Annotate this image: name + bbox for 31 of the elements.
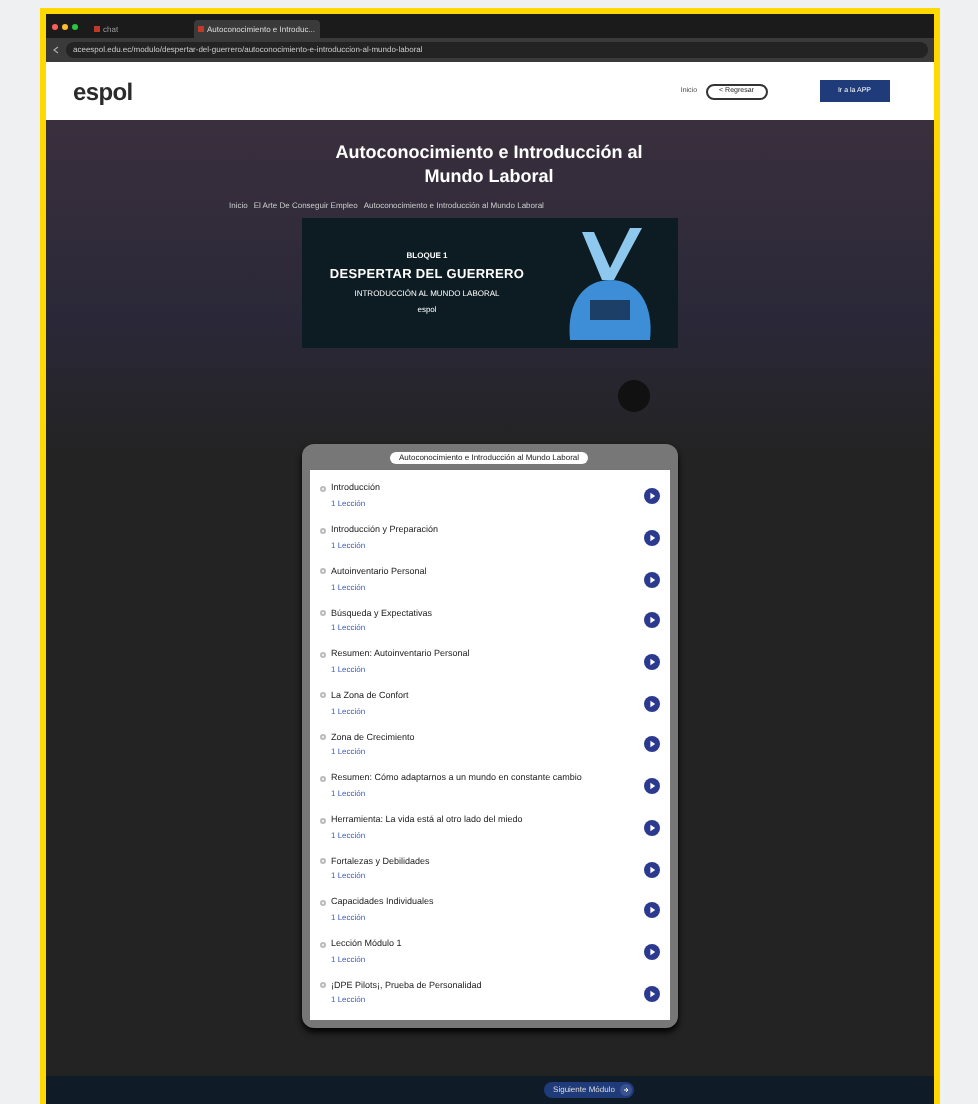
lesson-status-icon <box>319 610 325 617</box>
play-icon[interactable] <box>643 695 659 712</box>
lesson-status-icon <box>319 982 325 989</box>
play-icon[interactable] <box>643 654 659 671</box>
lesson-status-icon <box>319 899 325 906</box>
lesson-status-icon <box>319 775 325 782</box>
play-icon[interactable] <box>643 861 659 878</box>
play-icon[interactable] <box>643 612 659 629</box>
lesson-status-icon <box>319 568 325 575</box>
site-logo[interactable]: espol <box>73 73 133 109</box>
page-title: Autoconocimiento e Introducción al Mundo Laboral <box>333 140 645 188</box>
play-icon[interactable] <box>643 902 659 919</box>
play-icon[interactable] <box>643 736 659 753</box>
play-icon[interactable] <box>643 530 659 547</box>
lesson-status-icon <box>319 692 325 699</box>
lesson-status-icon <box>319 858 325 865</box>
lesson-status-icon <box>319 527 325 534</box>
lesson-status-icon <box>319 734 325 741</box>
play-icon[interactable] <box>643 778 659 795</box>
lesson-status-icon <box>319 817 325 823</box>
lesson-status-icon <box>319 651 325 658</box>
lesson-status-icon <box>319 486 325 492</box>
tab-favicon-icon <box>197 26 203 32</box>
play-icon[interactable] <box>643 943 659 960</box>
lesson-status-icon <box>319 941 325 948</box>
play-icon[interactable] <box>643 488 659 505</box>
arrow-right-icon <box>620 1084 633 1096</box>
play-icon[interactable] <box>643 985 659 1002</box>
play-icon[interactable] <box>643 819 659 836</box>
tab-favicon-icon <box>93 26 99 32</box>
play-icon[interactable] <box>643 571 659 588</box>
